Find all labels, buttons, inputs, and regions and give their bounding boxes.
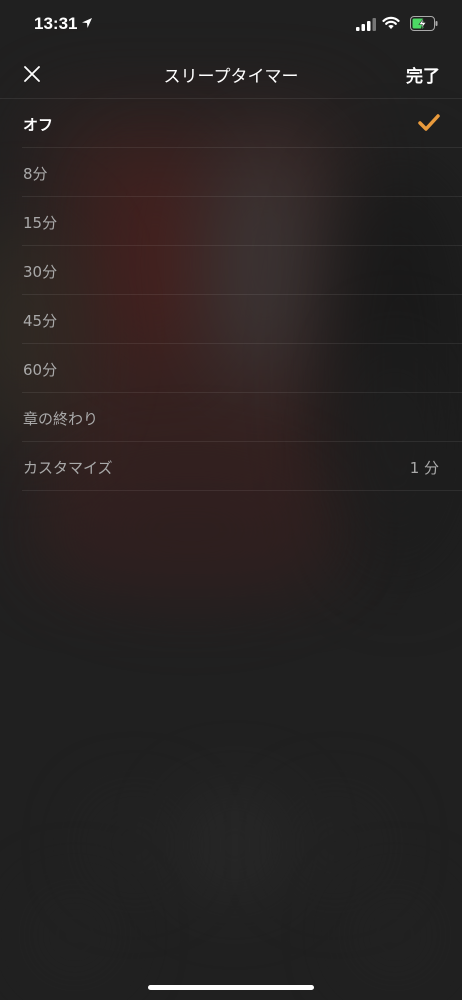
- battery-charging-icon: [410, 16, 438, 31]
- timer-option-end-of-chapter[interactable]: 章の終わり: [0, 393, 462, 442]
- timer-option-label: 30分: [23, 263, 58, 281]
- nav-bar: スリープタイマー 完了: [0, 50, 462, 99]
- timer-option-8min[interactable]: 8分: [0, 148, 462, 197]
- timer-option-15min[interactable]: 15分: [0, 197, 462, 246]
- page-title: スリープタイマー: [163, 67, 299, 87]
- timer-option-45min[interactable]: 45分: [0, 295, 462, 344]
- checkmark-icon: [418, 114, 440, 131]
- timer-option-label: カスタマイズ: [23, 459, 113, 477]
- custom-timer-value: 1 分: [409, 459, 439, 477]
- timer-option-30min[interactable]: 30分: [0, 246, 462, 295]
- timer-option-label: オフ: [23, 116, 54, 134]
- status-time: 13:31: [34, 14, 78, 33]
- status-bar: 13:31: [0, 0, 462, 50]
- cellular-signal-icon: [356, 18, 376, 31]
- wifi-icon: [382, 16, 400, 29]
- done-button[interactable]: 完了: [406, 62, 440, 87]
- timer-option-60min[interactable]: 60分: [0, 344, 462, 393]
- timer-option-label: 45分: [23, 312, 58, 330]
- timer-option-custom[interactable]: カスタマイズ 1 分: [0, 442, 462, 491]
- location-arrow-icon: [82, 18, 92, 28]
- timer-options-list: オフ 8分 15分 30分 45分 60分 章の終わり カスタマイズ 1 分: [0, 99, 462, 491]
- timer-option-off[interactable]: オフ: [0, 99, 462, 148]
- timer-option-label: 60分: [23, 361, 58, 379]
- timer-option-label: 章の終わり: [23, 410, 99, 428]
- timer-option-label: 15分: [23, 214, 58, 232]
- timer-option-label: 8分: [23, 165, 48, 183]
- home-indicator[interactable]: [148, 985, 314, 990]
